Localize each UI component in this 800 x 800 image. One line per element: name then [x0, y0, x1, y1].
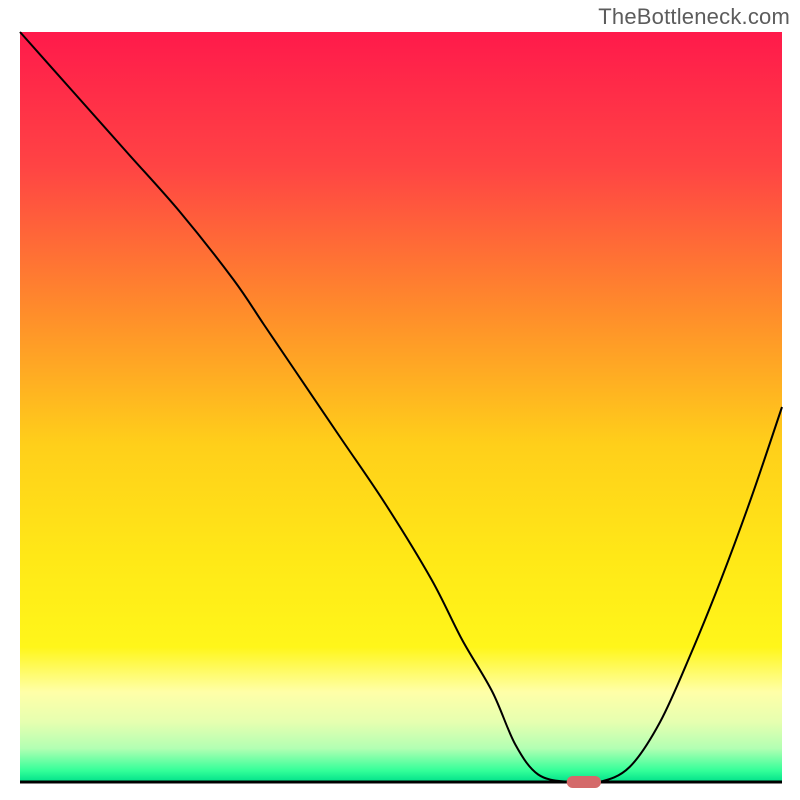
watermark-text: TheBottleneck.com — [598, 4, 790, 30]
optimal-marker — [567, 776, 601, 788]
bottleneck-chart — [0, 0, 800, 800]
chart-background — [20, 32, 782, 782]
chart-container: TheBottleneck.com — [0, 0, 800, 800]
